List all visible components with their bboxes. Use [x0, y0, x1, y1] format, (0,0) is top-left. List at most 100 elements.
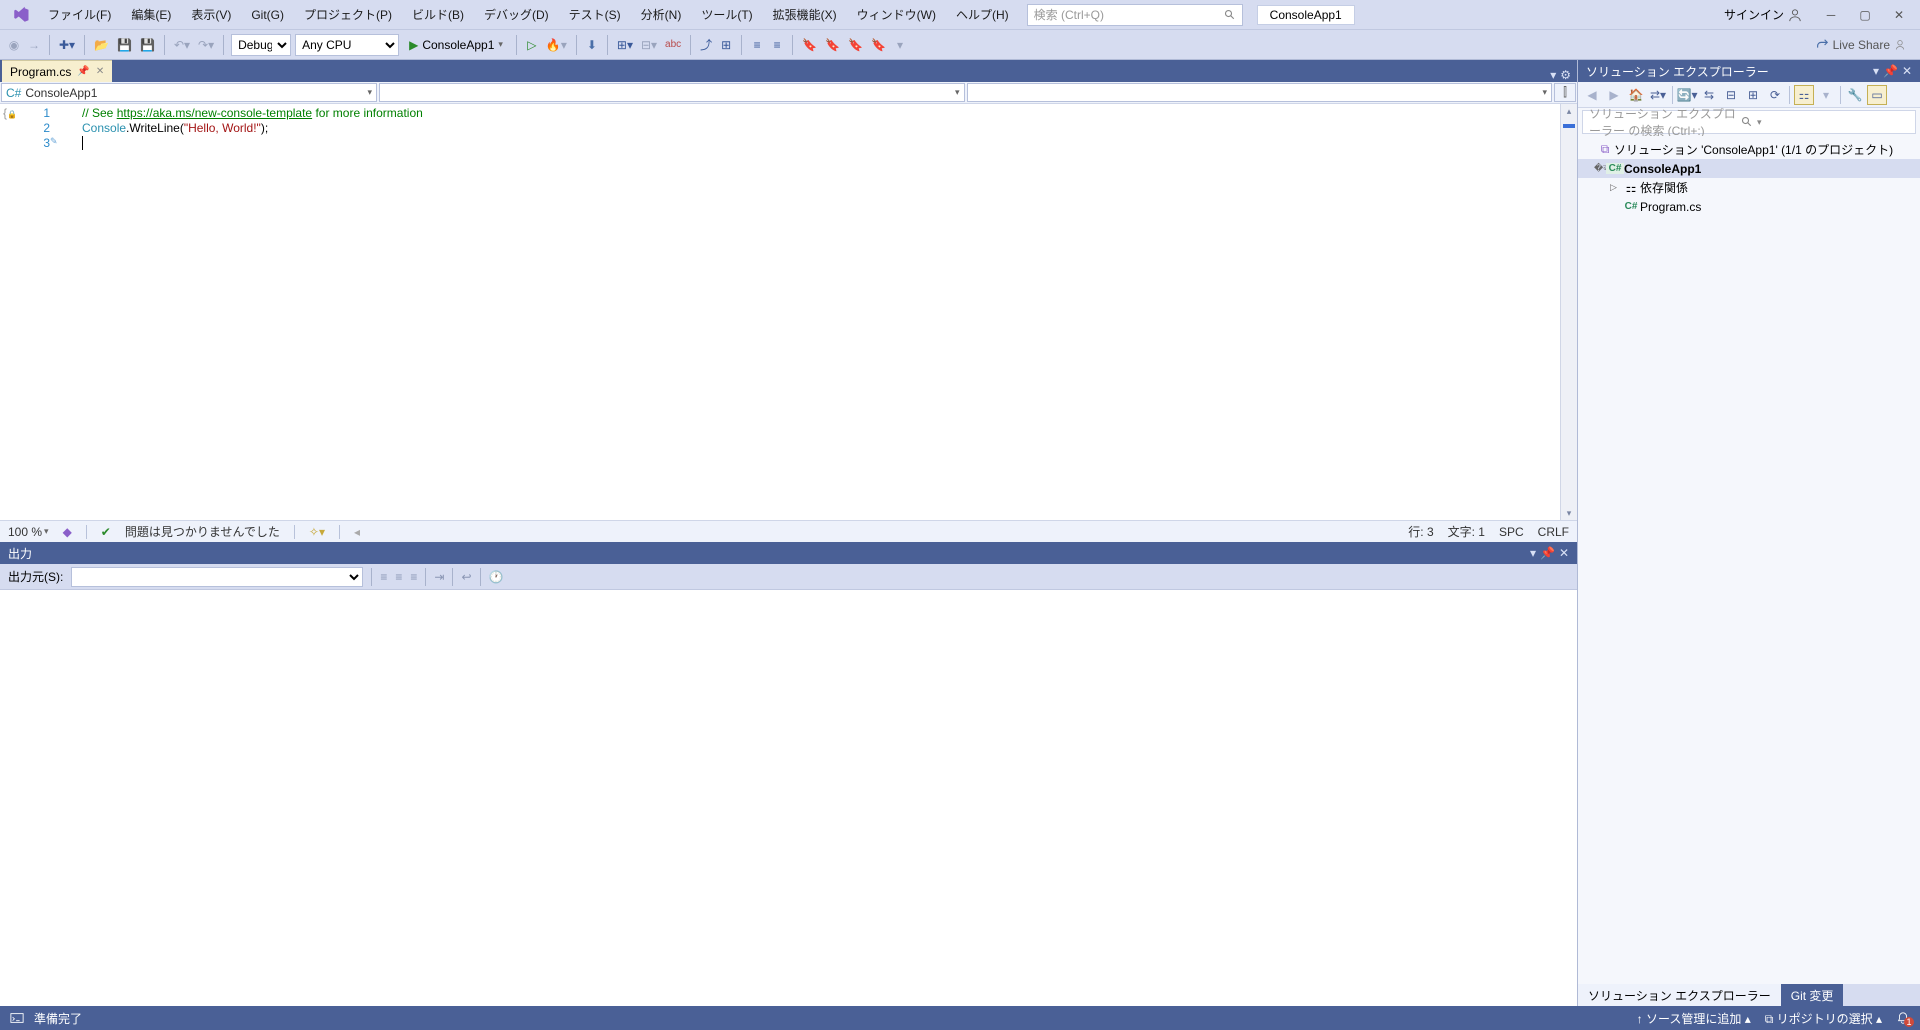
tb-a[interactable]: ⊞▾	[615, 34, 635, 56]
menu-help[interactable]: ヘルプ(H)	[946, 2, 1019, 27]
open-file[interactable]: 📂	[92, 34, 111, 56]
sln-view-b[interactable]: ▾	[1816, 85, 1836, 105]
save-all[interactable]: 💾	[138, 34, 157, 56]
out-ico-1[interactable]: ≡	[380, 570, 387, 584]
menu-test[interactable]: テスト(S)	[559, 2, 631, 27]
output-menu[interactable]: ▾	[1530, 546, 1536, 560]
nav-prev[interactable]: ◂	[354, 525, 360, 539]
menu-tools[interactable]: ツール(T)	[691, 2, 762, 27]
menu-extensions[interactable]: 拡張機能(X)	[763, 2, 847, 27]
menu-build[interactable]: ビルド(B)	[402, 2, 474, 27]
sln-menu[interactable]: ▾	[1873, 64, 1879, 78]
run-button[interactable]: ▶ ConsoleApp1 ▾	[403, 38, 509, 52]
tb-c[interactable]: abc	[663, 34, 683, 56]
member-context[interactable]	[967, 83, 1553, 102]
sln-refresh[interactable]: ⟳	[1765, 85, 1785, 105]
signin-button[interactable]: サインイン	[1724, 6, 1802, 23]
menu-edit[interactable]: 編集(E)	[121, 2, 181, 27]
out-ico-3[interactable]: ≡	[410, 570, 417, 584]
output-icon[interactable]	[10, 1011, 24, 1025]
tree-project-node[interactable]: �ল C# ConsoleApp1	[1578, 159, 1920, 178]
tree-solution-node[interactable]: ⧉ ソリューション 'ConsoleApp1' (1/1 のプロジェクト)	[1578, 140, 1920, 159]
tb-b[interactable]: ⊟▾	[639, 34, 659, 56]
insert-mode[interactable]: SPC	[1499, 525, 1524, 539]
out-wrap[interactable]: ↩	[461, 570, 471, 584]
out-ico-2[interactable]: ≡	[395, 570, 402, 584]
notifications-button[interactable]: 1	[1896, 1011, 1910, 1025]
nav-fwd[interactable]: →	[26, 34, 42, 56]
redo[interactable]: ↷▾	[196, 34, 216, 56]
sln-pin[interactable]: 📌	[1883, 64, 1898, 78]
project-context[interactable]: C# ConsoleApp1	[1, 83, 377, 102]
menu-git[interactable]: Git(G)	[241, 4, 294, 26]
sln-properties[interactable]: 🔧	[1845, 85, 1865, 105]
repo-select-button[interactable]: ⧉ リポジトリの選択 ▴	[1765, 1010, 1882, 1027]
sln-close[interactable]: ✕	[1902, 64, 1912, 78]
config-select[interactable]: Debug	[231, 34, 291, 56]
vertical-scrollbar[interactable]: ▴ ▾	[1560, 104, 1577, 520]
sln-showall[interactable]: ⊞	[1743, 85, 1763, 105]
type-context[interactable]	[379, 83, 965, 102]
menu-debug[interactable]: デバッグ(D)	[474, 2, 559, 27]
sln-back[interactable]: ◀	[1582, 85, 1602, 105]
run-no-debug[interactable]: ▷	[524, 34, 540, 56]
menu-analyze[interactable]: 分析(N)	[631, 2, 692, 27]
hot-reload[interactable]: 🔥▾	[544, 34, 569, 56]
undo[interactable]: ↶▾	[172, 34, 192, 56]
sln-collapse[interactable]: ⊟	[1721, 85, 1741, 105]
zoom-level[interactable]: 100 %▾	[8, 525, 49, 539]
solution-search[interactable]: ソリューション エクスプローラー の検索 (Ctrl+:) ▾	[1582, 110, 1916, 134]
bookmark[interactable]: 🔖	[800, 34, 819, 56]
sln-filter[interactable]: ⇆	[1699, 85, 1719, 105]
output-close[interactable]: ✕	[1559, 546, 1569, 560]
solution-tree[interactable]: ⧉ ソリューション 'ConsoleApp1' (1/1 のプロジェクト) �ল…	[1578, 136, 1920, 984]
sln-home[interactable]: 🏠	[1626, 85, 1646, 105]
error-lens-icon[interactable]: ◆	[63, 525, 72, 539]
save[interactable]: 💾	[115, 34, 134, 56]
output-pin[interactable]: 📌	[1540, 546, 1555, 560]
window-close[interactable]: ✕	[1882, 4, 1916, 26]
indent-more[interactable]: ≡	[769, 34, 785, 56]
sln-fwd[interactable]: ▶	[1604, 85, 1624, 105]
tab-solution-explorer[interactable]: ソリューション エクスプローラー	[1578, 984, 1781, 1006]
line-ending[interactable]: CRLF	[1538, 525, 1569, 539]
menu-file[interactable]: ファイル(F)	[38, 2, 121, 27]
tb-e[interactable]: ⊞	[718, 34, 734, 56]
close-icon[interactable]: ✕	[96, 66, 104, 77]
sln-switch[interactable]: ⇄▾	[1648, 85, 1668, 105]
menu-project[interactable]: プロジェクト(P)	[294, 2, 402, 27]
cursor-col[interactable]: 文字: 1	[1448, 523, 1485, 540]
tab-program-cs[interactable]: Program.cs 📌 ✕	[2, 60, 112, 82]
window-maximize[interactable]: ▢	[1848, 4, 1882, 26]
indent-less[interactable]: ≡	[749, 34, 765, 56]
out-ico-4[interactable]: ⇥	[434, 570, 444, 584]
nav-back[interactable]: ◉	[6, 34, 22, 56]
tb-d[interactable]: ⤴	[698, 34, 714, 56]
code-editor[interactable]: {🔒 1 2 3 ✎ // See https://aka.ms/new-con…	[0, 104, 1577, 520]
split-editor[interactable]: ⫿	[1554, 83, 1576, 102]
source-control-button[interactable]: ↑ ソース管理に追加 ▴	[1637, 1010, 1751, 1027]
menu-window[interactable]: ウィンドウ(W)	[847, 2, 946, 27]
search-box[interactable]: 検索 (Ctrl+Q)	[1027, 4, 1243, 26]
pin-icon[interactable]: 📌	[77, 66, 89, 77]
bm-next[interactable]: 🔖	[846, 34, 865, 56]
sln-preview[interactable]: ▭	[1867, 85, 1887, 105]
window-minimize[interactable]: ─	[1814, 4, 1848, 26]
cleanup-icon[interactable]: ✧▾	[309, 525, 325, 539]
tree-deps-node[interactable]: ▷ ⚏ 依存関係	[1578, 178, 1920, 197]
project-pill[interactable]: ConsoleApp1	[1257, 5, 1355, 25]
sln-view-a[interactable]: ⚏	[1794, 85, 1814, 105]
tree-file-node[interactable]: C# Program.cs	[1578, 197, 1920, 216]
output-body[interactable]	[0, 590, 1577, 1006]
bm-clear[interactable]: 🔖	[869, 34, 888, 56]
tab-settings-icon[interactable]: ⚙	[1560, 68, 1571, 82]
tb-overflow[interactable]: ▾	[892, 34, 908, 56]
step-into[interactable]: ⬇	[584, 34, 600, 56]
output-source-select[interactable]	[71, 567, 363, 587]
bm-prev[interactable]: 🔖	[823, 34, 842, 56]
cursor-line[interactable]: 行: 3	[1408, 523, 1433, 540]
new-item[interactable]: ✚▾	[57, 34, 77, 56]
tab-overflow[interactable]: ▾	[1550, 68, 1556, 82]
code-content[interactable]: // See https://aka.ms/new-console-templa…	[70, 104, 1560, 520]
platform-select[interactable]: Any CPU	[295, 34, 399, 56]
